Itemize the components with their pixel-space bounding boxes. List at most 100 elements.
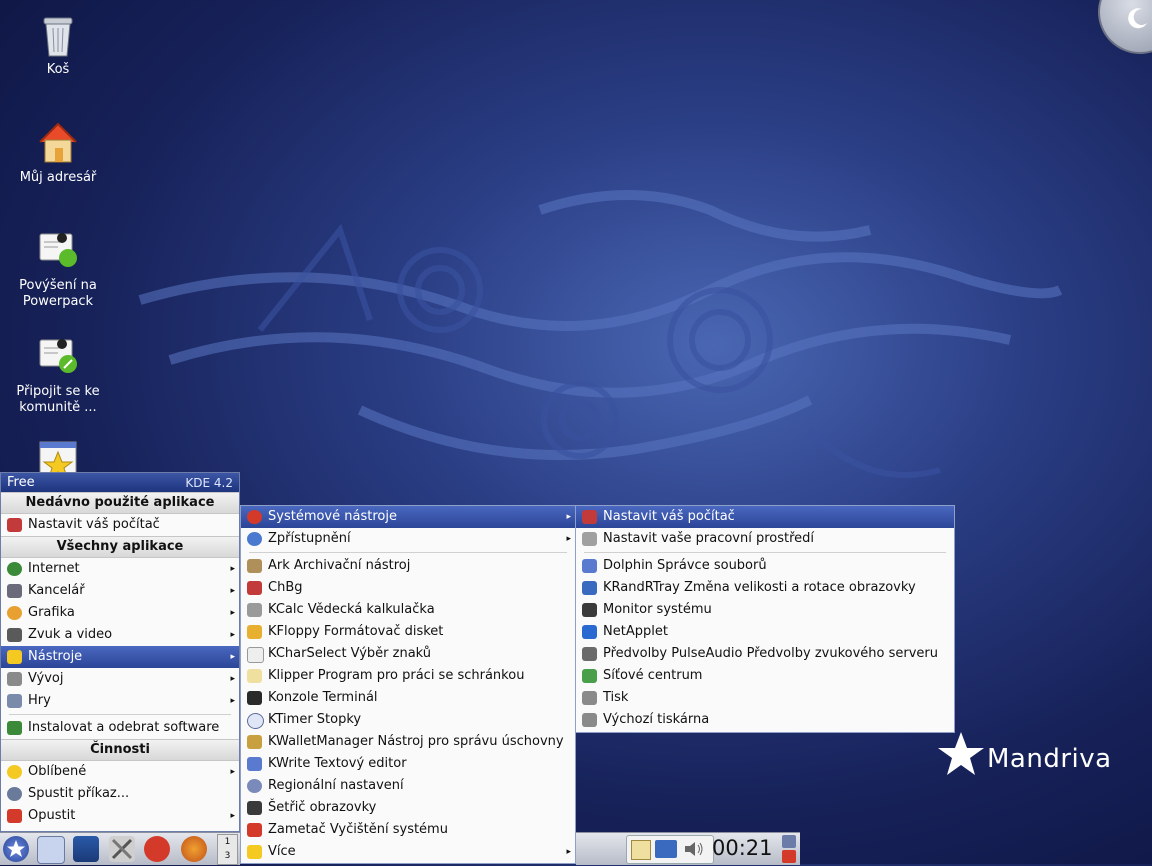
category-games[interactable]: Hry ▸ (1, 690, 239, 712)
system-item-krandrtray[interactable]: KRandRTray Změna velikosti a rotace obra… (576, 577, 954, 599)
menu-item-label: KRandRTray Změna velikosti a rotace obra… (603, 580, 916, 595)
desktop-icon-community[interactable]: Připojit se ke komunitě ... (3, 334, 113, 416)
network-status-icon[interactable] (655, 840, 677, 858)
tools-item-chbg[interactable]: ChBg (241, 577, 575, 599)
install-software-item[interactable]: Instalovat a odebrat software (1, 717, 239, 739)
volume-icon[interactable] (683, 841, 705, 857)
action-leave[interactable]: Opustit ▸ (1, 805, 239, 827)
chevron-right-icon: ▸ (230, 767, 235, 777)
category-internet[interactable]: Internet ▸ (1, 558, 239, 580)
system-item-configure-computer[interactable]: Nastavit váš počítač (576, 506, 954, 528)
computer-config-icon (7, 518, 22, 532)
chevron-right-icon: ▸ (230, 696, 235, 706)
tools-item-more[interactable]: Více ▸ (241, 841, 575, 863)
category-tools[interactable]: Nástroje ▸ (1, 646, 239, 668)
menu-item-label: Nastavit vaše pracovní prostředí (603, 531, 815, 546)
chevron-right-icon: ▸ (230, 811, 235, 821)
floppy-icon (247, 625, 262, 639)
system-item-default-printer[interactable]: Výchozí tiskárna (576, 709, 954, 731)
screensaver-icon (247, 801, 262, 815)
category-development[interactable]: Vývoj ▸ (1, 668, 239, 690)
section-actions: Činnosti (1, 739, 239, 761)
menu-item-label: KTimer Stopky (268, 712, 362, 727)
system-item-configure-desktop[interactable]: Nastavit vaše pracovní prostředí (576, 528, 954, 550)
action-run-command[interactable]: Spustit příkaz... (1, 783, 239, 805)
category-office[interactable]: Kancelář ▸ (1, 580, 239, 602)
launcher-star-button[interactable] (3, 836, 29, 862)
tools-item-ktimer[interactable]: KTimer Stopky (241, 709, 575, 731)
system-item-print[interactable]: Tisk (576, 687, 954, 709)
tools-item-kwalletmanager[interactable]: KWalletManager Nástroj pro správu úschov… (241, 731, 575, 753)
file-manager-launcher[interactable] (37, 836, 65, 864)
menu-item-label: Nastavit váš počítač (28, 517, 160, 532)
menu-item-label: Ark Archivační nástroj (268, 558, 411, 573)
brand-text: Mandriva (987, 744, 1112, 774)
palette-icon (7, 606, 22, 620)
system-item-pulseaudio[interactable]: Předvolby PulseAudio Předvolby zvukového… (576, 643, 954, 665)
desktop-icon-powerpack[interactable]: Povýšení na Powerpack (3, 228, 113, 310)
terminal-icon (247, 691, 262, 705)
system-item-netapplet[interactable]: NetApplet (576, 621, 954, 643)
clock[interactable]: 00:21 (712, 836, 773, 860)
dashboard-corner-button[interactable] (1098, 0, 1152, 54)
star-icon (7, 765, 22, 779)
desktop-show-launcher[interactable] (73, 836, 99, 862)
tools-item-screensaver[interactable]: Šetřič obrazovky (241, 797, 575, 819)
office-icon (7, 584, 22, 598)
firefox-launcher[interactable] (181, 836, 207, 862)
pager-desktop-3[interactable]: 3 (218, 849, 237, 863)
tools-item-sweeper[interactable]: Zametač Vyčištění systému (241, 819, 575, 841)
menu-item-label: Systémové nástroje (268, 509, 397, 524)
chevron-right-icon: ▸ (230, 630, 235, 640)
tools-item-kwrite[interactable]: KWrite Textový editor (241, 753, 575, 775)
menu-item-label: Grafika (28, 605, 75, 620)
category-graphics[interactable]: Grafika ▸ (1, 602, 239, 624)
system-item-network-center[interactable]: Síťové centrum (576, 665, 954, 687)
desktop-icon-label: Povýšení na Powerpack (19, 278, 97, 309)
category-multimedia[interactable]: Zvuk a video ▸ (1, 624, 239, 646)
power-icon (7, 809, 22, 823)
menu-item-label: Síťové centrum (603, 668, 703, 683)
clipboard-icon[interactable] (631, 840, 651, 860)
tools-item-accessibility[interactable]: Zpřístupnění ▸ (241, 528, 575, 550)
control-center-launcher[interactable] (144, 836, 170, 862)
tools-item-kfloppy[interactable]: KFloppy Formátovač disket (241, 621, 575, 643)
moon-icon (1128, 8, 1147, 29)
development-icon (7, 672, 22, 686)
menu-item-label: Více (268, 844, 296, 859)
star-icon (7, 840, 25, 857)
recent-item-configure-computer[interactable]: Nastavit váš počítač (1, 514, 239, 536)
tools-item-regional[interactable]: Regionální nastavení (241, 775, 575, 797)
clock-icon (247, 713, 264, 729)
tools-item-kcalc[interactable]: KCalc Vědecká kalkulačka (241, 599, 575, 621)
tools-item-konsole[interactable]: Konzole Terminál (241, 687, 575, 709)
menu-item-label: Spustit příkaz... (28, 786, 130, 801)
tools-submenu: Systémové nástroje ▸ Zpřístupnění ▸ Ark … (240, 505, 576, 864)
desktop-pager[interactable]: 1 3 (217, 834, 238, 865)
tools-item-ark[interactable]: Ark Archivační nástroj (241, 555, 575, 577)
menu-separator (584, 552, 946, 553)
menu-item-label: Kancelář (28, 583, 85, 598)
desktop-icon-trash[interactable]: Koš (3, 12, 113, 78)
tools-launcher[interactable] (109, 836, 135, 862)
menu-item-label: KCalc Vědecká kalkulačka (268, 602, 435, 617)
pager-desktop-1[interactable]: 1 (218, 835, 237, 849)
power-icon[interactable] (782, 850, 796, 863)
printer-icon (582, 713, 597, 727)
system-item-dolphin[interactable]: Dolphin Správce souborů (576, 555, 954, 577)
menu-item-label: KCharSelect Výběr znaků (268, 646, 432, 661)
tools-item-klipper[interactable]: Klipper Program pro práci se schránkou (241, 665, 575, 687)
launcher-title: Free (7, 475, 35, 490)
tools-item-kcharselect[interactable]: KCharSelect Výběr znaků (241, 643, 575, 665)
action-favorites[interactable]: Oblíbené ▸ (1, 761, 239, 783)
tools-item-system-tools[interactable]: Systémové nástroje ▸ (241, 506, 575, 528)
menu-item-label: ChBg (268, 580, 303, 595)
menu-item-label: Výchozí tiskárna (603, 712, 710, 727)
desktop-icon-home[interactable]: Můj adresář (3, 120, 113, 186)
sweeper-icon (247, 823, 262, 837)
text-editor-icon (247, 757, 262, 771)
calculator-icon (247, 603, 262, 617)
menu-item-label: Zvuk a video (28, 627, 113, 642)
system-item-system-monitor[interactable]: Monitor systému (576, 599, 954, 621)
lock-screen-icon[interactable] (782, 835, 796, 848)
